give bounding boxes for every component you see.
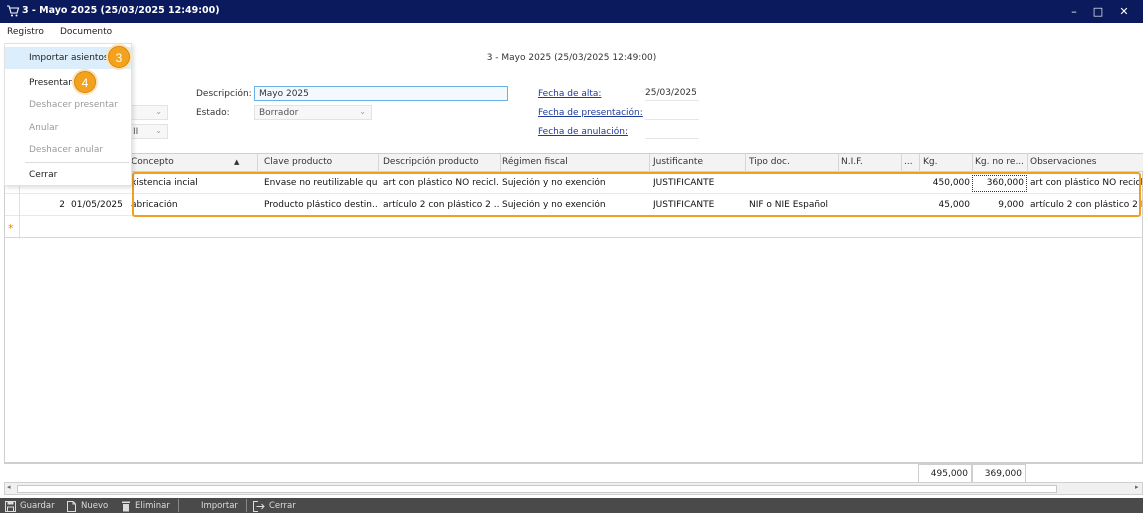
cart-icon: [7, 5, 20, 17]
step-badge-3: 3: [108, 46, 130, 68]
guardar-label: Guardar: [20, 501, 55, 511]
col-kg[interactable]: Kg.: [923, 157, 937, 167]
cerrar-button[interactable]: Cerrar: [253, 500, 296, 512]
sort-asc-icon: ▲: [234, 158, 240, 166]
partial-select-value: II: [133, 127, 139, 137]
estado-select[interactable]: Borrador ⌄: [254, 105, 372, 120]
chevron-down-icon: ⌄: [155, 126, 162, 135]
scroll-right-icon[interactable]: ▸: [1135, 483, 1139, 491]
col-tipo-doc[interactable]: Tipo doc.: [749, 157, 790, 167]
minimize-button[interactable]: –: [1061, 0, 1087, 23]
descripcion-input[interactable]: Mayo 2025: [254, 86, 508, 101]
nuevo-label: Nuevo: [81, 501, 109, 511]
bottom-toolbar: Guardar Nuevo Eliminar Importar Cerrar: [0, 498, 1143, 513]
menu-item-deshacer-presentar: Deshacer presentar: [29, 100, 118, 110]
scroll-thumb[interactable]: [17, 485, 1057, 493]
menu-item-cerrar[interactable]: Cerrar: [5, 164, 131, 186]
nuevo-button[interactable]: Nuevo: [66, 500, 108, 512]
step-badge-4: 4: [74, 71, 96, 93]
total-kg-no-re: 369,000: [972, 464, 1026, 483]
fecha-alta-field[interactable]: 25/03/2025: [645, 86, 699, 101]
col-kg-no-re[interactable]: Kg. no re...: [975, 157, 1024, 167]
cell-num[interactable]: 2: [45, 200, 65, 210]
totals-row: 495,000 369,000: [4, 463, 1143, 483]
estado-value: Borrador: [259, 108, 299, 118]
document-header-title: 3 - Mayo 2025 (25/03/2025 12:49:00): [486, 53, 657, 63]
col-regimen-fiscal[interactable]: Régimen fiscal: [502, 157, 568, 167]
maximize-button[interactable]: □: [1085, 0, 1111, 23]
menu-registro[interactable]: Registro: [7, 27, 44, 37]
menu-item-presentar[interactable]: Presentar: [5, 72, 131, 94]
fecha-presentacion-field[interactable]: [645, 105, 699, 120]
col-clave-producto[interactable]: Clave producto: [264, 157, 332, 167]
fecha-presentacion-label[interactable]: Fecha de presentación:: [538, 108, 643, 118]
partial-select-1[interactable]: ⌄: [128, 105, 168, 120]
importar-button[interactable]: Importar: [201, 500, 238, 512]
fecha-alta-label[interactable]: Fecha de alta:: [538, 89, 601, 99]
window-title: 3 - Mayo 2025 (25/03/2025 12:49:00): [22, 5, 220, 16]
guardar-button[interactable]: Guardar: [5, 500, 55, 512]
fecha-anulacion-label[interactable]: Fecha de anulación:: [538, 127, 628, 137]
trash-icon: [122, 501, 130, 511]
fecha-anulacion-field[interactable]: [645, 124, 699, 139]
menu-documento[interactable]: Documento: [60, 27, 112, 37]
new-row[interactable]: *: [5, 217, 1143, 238]
exit-icon: [253, 500, 265, 512]
col-justificante[interactable]: Justificante: [653, 157, 703, 167]
eliminar-label: Eliminar: [135, 501, 170, 511]
estado-label: Estado:: [196, 108, 230, 118]
partial-select-2[interactable]: II ⌄: [128, 124, 168, 139]
new-document-icon: [67, 500, 76, 512]
total-kg: 495,000: [918, 464, 972, 483]
descripcion-label: Descripción:: [196, 89, 252, 99]
importar-label: Importar: [201, 501, 238, 511]
title-bar: 3 - Mayo 2025 (25/03/2025 12:49:00) – □ …: [0, 0, 1143, 23]
col-ellipsis[interactable]: ...: [904, 157, 913, 167]
chevron-down-icon: ⌄: [155, 107, 162, 116]
chevron-down-icon: ⌄: [359, 107, 366, 116]
eliminar-button[interactable]: Eliminar: [121, 500, 170, 512]
scroll-left-icon[interactable]: ◂: [7, 483, 11, 491]
col-concepto[interactable]: Concepto: [131, 157, 174, 167]
cerrar-label: Cerrar: [269, 501, 296, 511]
new-row-marker: *: [8, 222, 14, 235]
col-observaciones[interactable]: Observaciones: [1030, 157, 1096, 167]
rows-highlight-box: [132, 172, 1141, 217]
menu-item-deshacer-anular: Deshacer anular: [29, 145, 104, 155]
menu-item-anular: Anular: [29, 123, 59, 133]
cell-fecha[interactable]: 01/05/2025: [71, 200, 129, 210]
horizontal-scrollbar[interactable]: ◂ ▸: [4, 482, 1143, 495]
col-nif[interactable]: N.I.F.: [841, 157, 863, 167]
close-window-button[interactable]: ✕: [1111, 0, 1137, 23]
col-descripcion-producto[interactable]: Descripción producto: [383, 157, 479, 167]
menu-bar: Registro Documento: [0, 23, 1143, 41]
grid-header: Concepto ▲ Clave producto Descripción pr…: [5, 154, 1143, 172]
save-icon: [5, 500, 16, 512]
